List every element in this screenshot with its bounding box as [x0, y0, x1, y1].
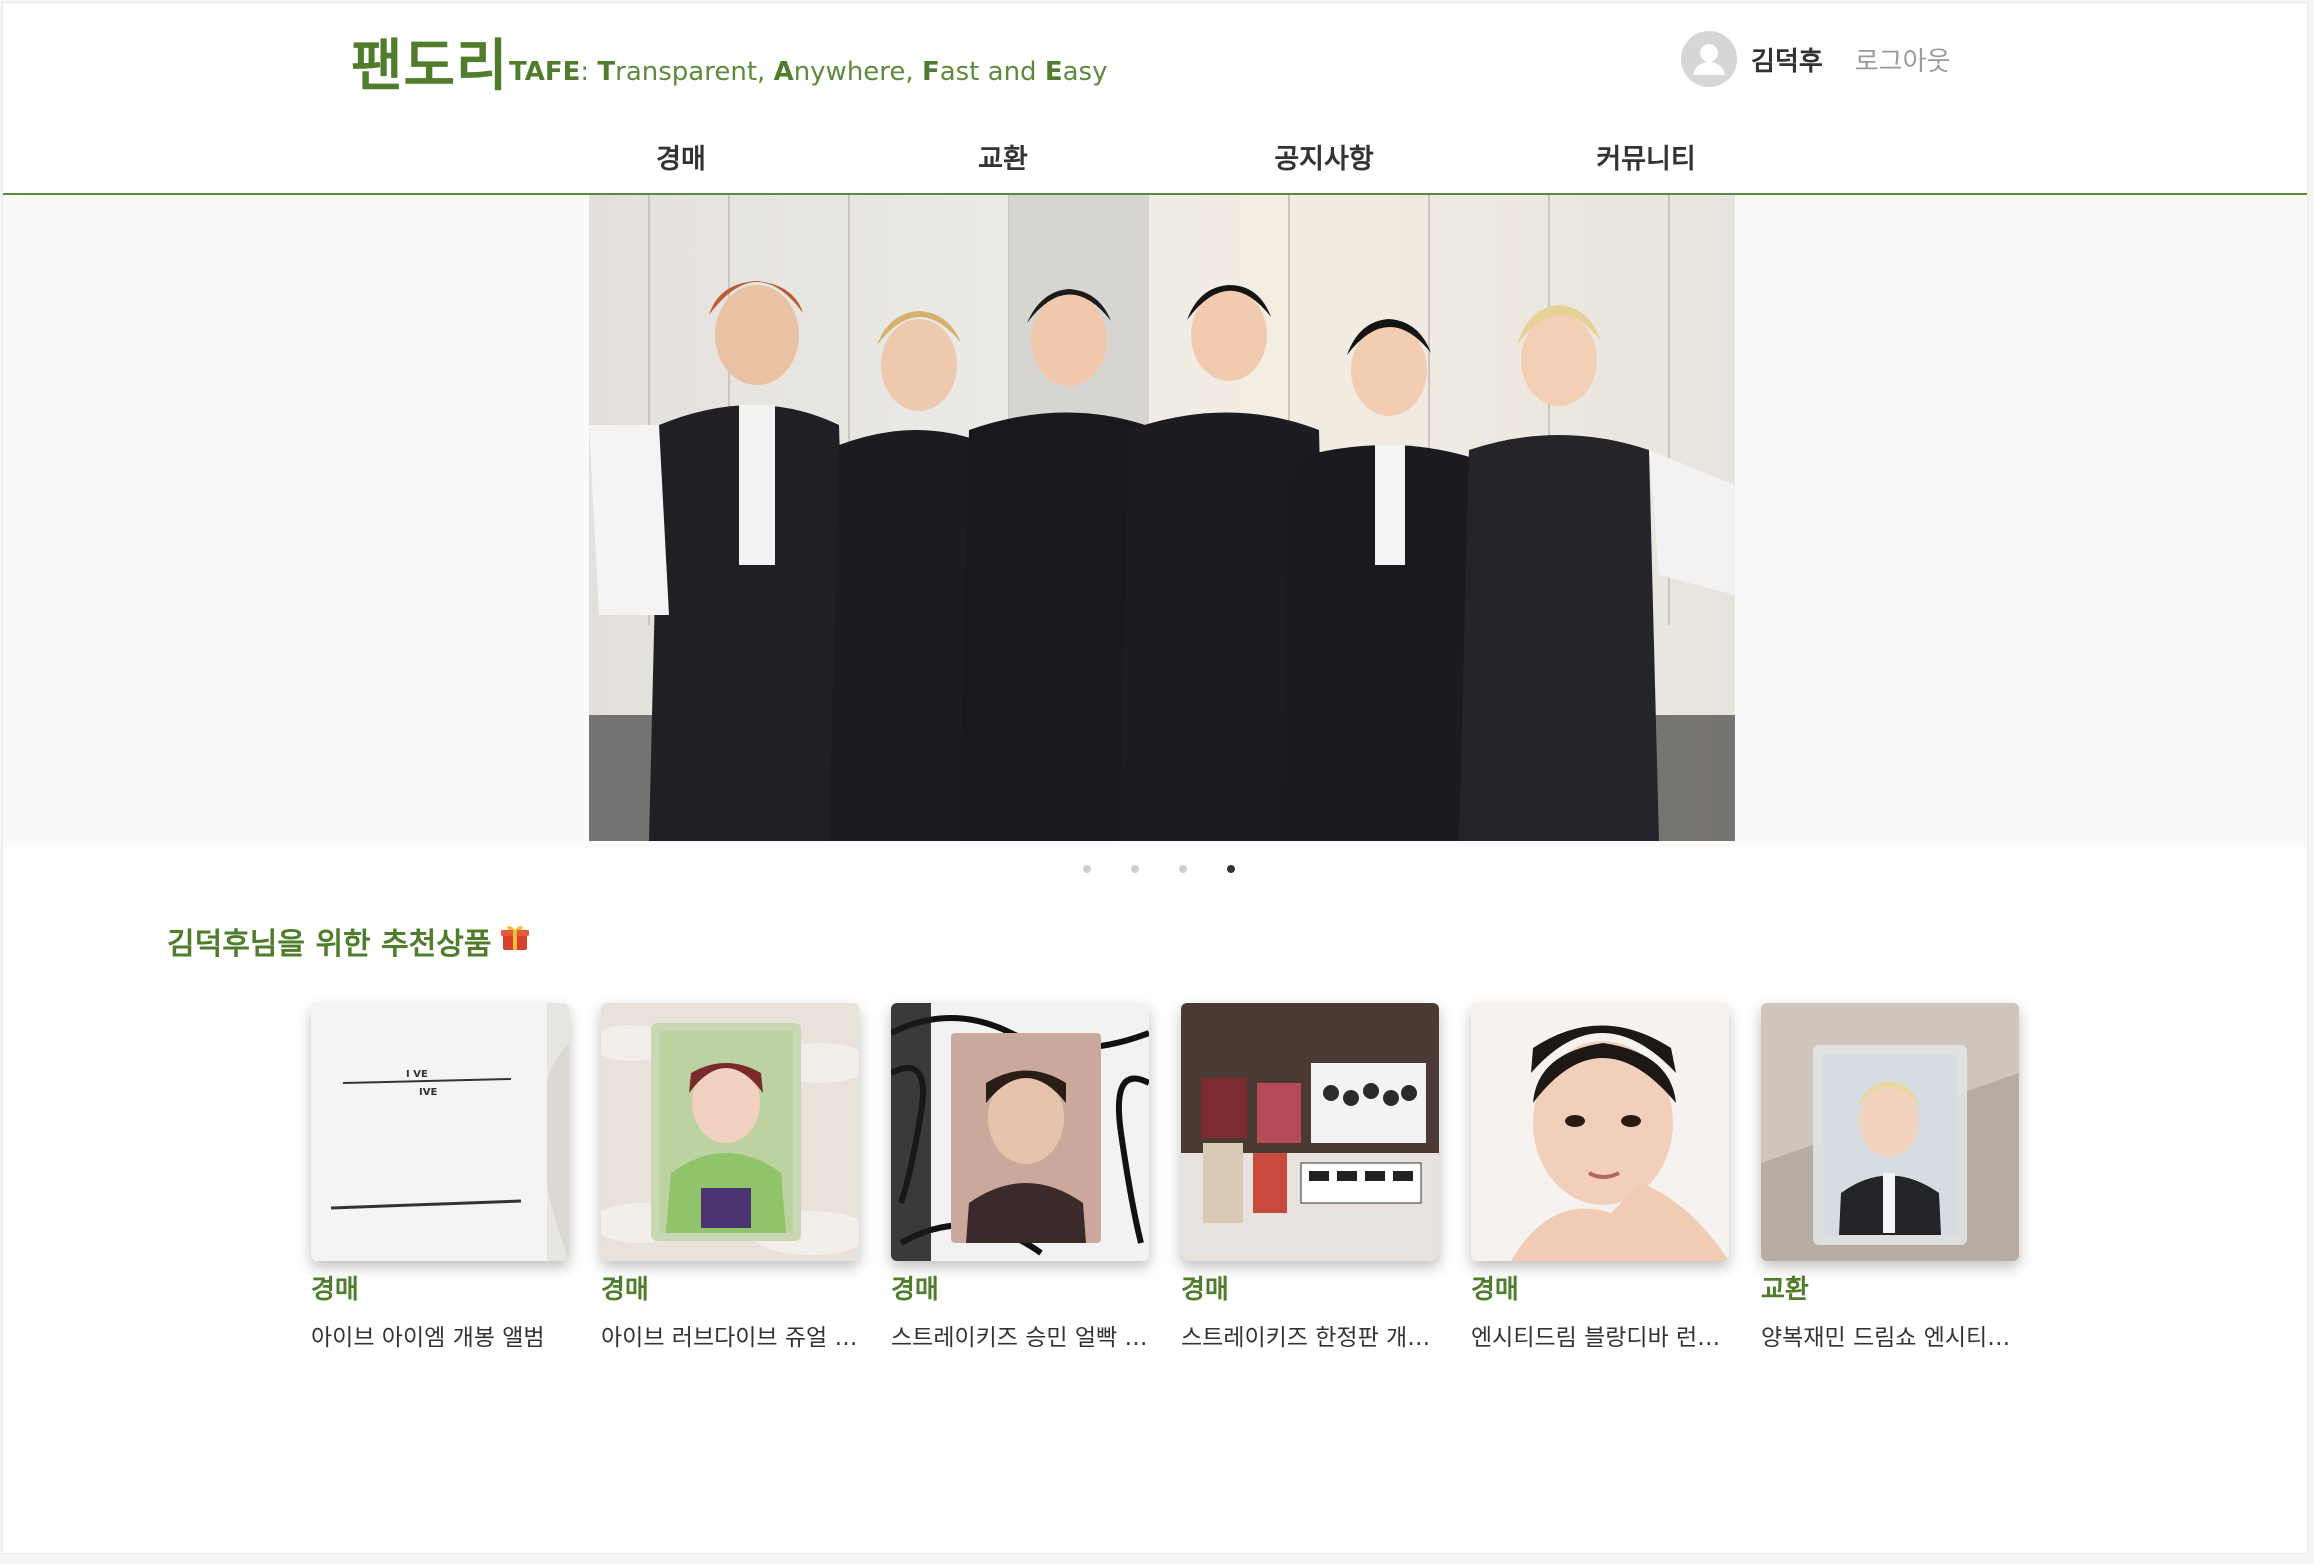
carousel-dot-active[interactable]: [1227, 865, 1235, 873]
product-card[interactable]: 경매 아이브 러브다이브 쥬얼 …: [601, 1003, 859, 1352]
tagline-initial: F: [921, 57, 940, 87]
product-type: 경매: [891, 1275, 939, 1305]
tagline-text: :: [580, 57, 598, 87]
tagline-initial: E: [1044, 57, 1063, 87]
tagline-initial: T: [597, 57, 616, 87]
carousel-dot[interactable]: [1083, 865, 1091, 873]
product-type: 교환: [1761, 1275, 1809, 1305]
carousel-dot[interactable]: [1131, 865, 1139, 873]
product-name: 엔시티드림 블랑디바 런…: [1471, 1325, 1721, 1351]
product-thumbnail[interactable]: [1471, 1003, 1729, 1261]
product-thumbnail[interactable]: [891, 1003, 1149, 1261]
site-header: 팬도리 TAFE: Transparent, Anywhere, Fast an…: [3, 3, 2307, 195]
nav-item-auction[interactable]: 경매: [656, 137, 706, 176]
tagline-text: ast and: [939, 57, 1045, 87]
product-type: 경매: [311, 1275, 359, 1305]
carousel-dots: [1083, 865, 1235, 873]
product-name: 아이브 아이엠 개봉 앨범: [311, 1325, 545, 1351]
recommend-title-text: 김덕후님을 위한 추천상품: [167, 927, 492, 962]
user-area: 김덕후 로그아웃: [1681, 29, 1950, 89]
product-card[interactable]: 교환 양복재민 드림쇼 엔시티…: [1761, 1003, 2019, 1352]
product-name: 아이브 러브다이브 쥬얼 …: [601, 1325, 858, 1351]
product-card[interactable]: 경매 엔시티드림 블랑디바 런…: [1471, 1003, 1729, 1352]
tagline-text: ransparent,: [615, 57, 774, 87]
product-type: 경매: [1471, 1275, 1519, 1305]
tagline-initial: A: [773, 57, 794, 87]
site-logo[interactable]: 팬도리: [351, 21, 509, 102]
banner-carousel: [3, 195, 2307, 847]
product-name: 스트레이키즈 승민 얼빡 …: [891, 1325, 1148, 1351]
main-nav: 경매 교환 공지사항 커뮤니티: [3, 131, 2307, 181]
svg-text:I VE: I VE: [406, 1069, 428, 1080]
product-thumbnail[interactable]: [1761, 1003, 2019, 1261]
gift-icon: [500, 922, 530, 960]
user-avatar-icon[interactable]: [1681, 31, 1737, 87]
product-thumbnail[interactable]: [1181, 1003, 1439, 1261]
product-card[interactable]: 경매 스트레이키즈 승민 얼빡 …: [891, 1003, 1149, 1352]
product-thumbnail[interactable]: [601, 1003, 859, 1261]
product-name: 스트레이키즈 한정판 개…: [1181, 1325, 1431, 1351]
banner-image[interactable]: [589, 195, 1735, 841]
product-type: 경매: [1181, 1275, 1229, 1305]
tagline-text: nywhere,: [793, 57, 922, 87]
nav-item-community[interactable]: 커뮤니티: [1596, 137, 1695, 176]
product-name: 양복재민 드림쇼 엔시티…: [1761, 1325, 2011, 1351]
svg-text:IVE: IVE: [419, 1087, 437, 1098]
product-card[interactable]: 경매 스트레이키즈 한정판 개…: [1181, 1003, 1439, 1352]
product-thumbnail[interactable]: I VE IVE: [311, 1003, 569, 1261]
site-tagline: TAFE: Transparent, Anywhere, Fast and Ea…: [509, 57, 1107, 87]
recommend-title: 김덕후님을 위한 추천상품: [167, 919, 530, 963]
logout-button[interactable]: 로그아웃: [1855, 41, 1951, 78]
product-type: 경매: [601, 1275, 649, 1305]
product-list: I VE IVE 경매 아이브 아이엠 개봉 앨범 경매 아이브 러브다이브 쥬…: [311, 1003, 2019, 1352]
nav-item-notice[interactable]: 공지사항: [1274, 137, 1373, 176]
tagline-initial: TAFE: [509, 57, 581, 87]
carousel-dot[interactable]: [1179, 865, 1187, 873]
user-name[interactable]: 김덕후: [1751, 41, 1823, 78]
page: 팬도리 TAFE: Transparent, Anywhere, Fast an…: [2, 2, 2308, 1554]
tagline-text: asy: [1062, 57, 1108, 87]
nav-item-exchange[interactable]: 교환: [978, 137, 1028, 176]
product-card[interactable]: I VE IVE 경매 아이브 아이엠 개봉 앨범: [311, 1003, 569, 1352]
